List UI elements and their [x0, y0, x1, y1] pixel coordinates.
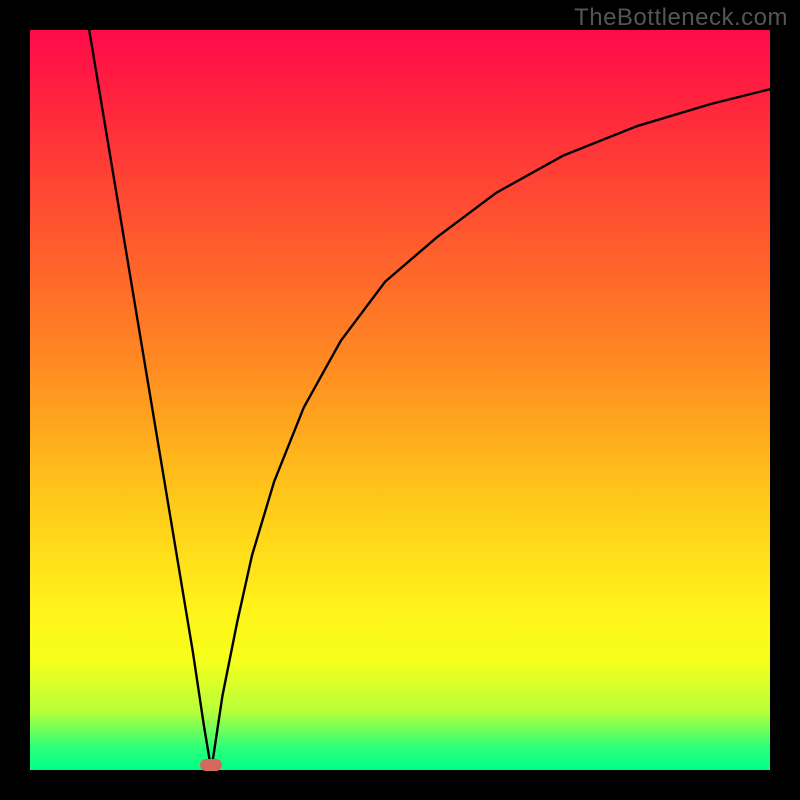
chart-frame: TheBottleneck.com: [0, 0, 800, 800]
minimum-marker: [200, 759, 222, 771]
curve-plot: [30, 30, 770, 770]
curve-right-branch: [211, 89, 770, 770]
curve-left-branch: [89, 30, 211, 770]
watermark-text: TheBottleneck.com: [574, 4, 788, 32]
